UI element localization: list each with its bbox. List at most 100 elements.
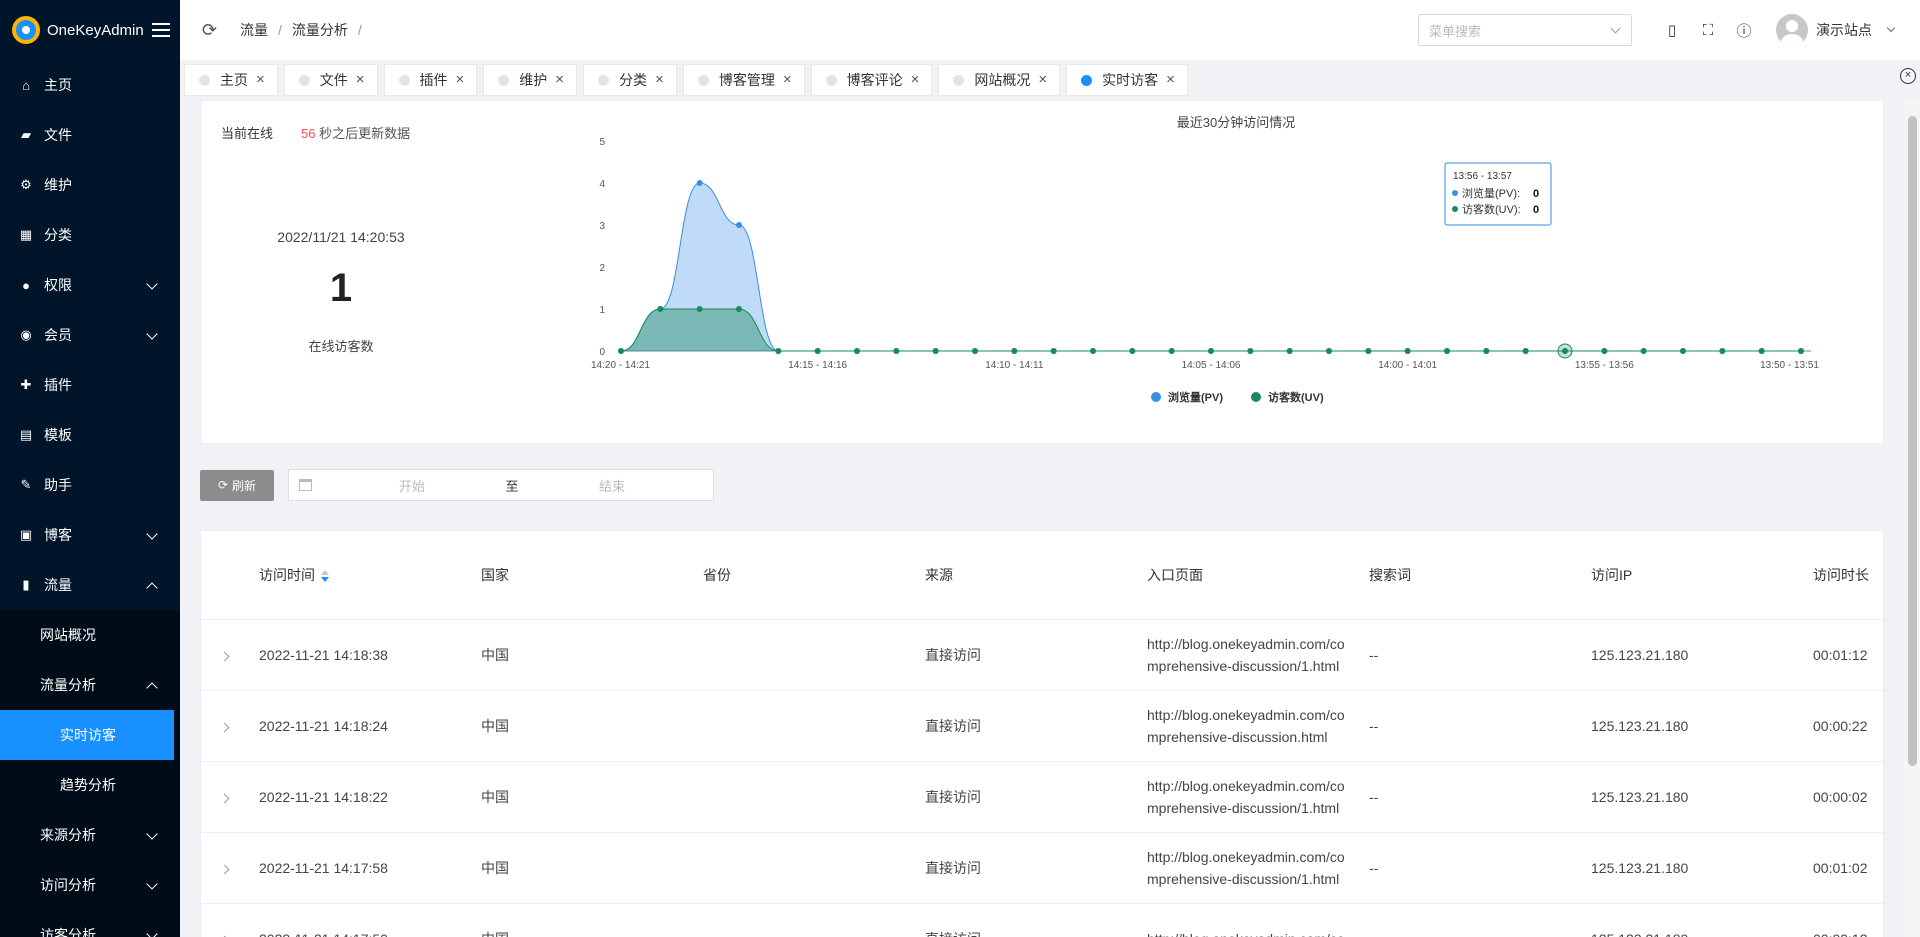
- table-row[interactable]: 2022-11-21 14:18:38 中国 直接访问 http://blog.one…: [201, 619, 1904, 691]
- tab-category[interactable]: 分类 ×: [583, 64, 677, 96]
- sidebar-item-overview[interactable]: 网站概况: [0, 610, 180, 660]
- data-point[interactable]: [736, 222, 742, 228]
- data-point[interactable]: [932, 348, 939, 354]
- tab-blog-manage[interactable]: 博客管理 ×: [682, 64, 805, 96]
- data-point[interactable]: [1050, 348, 1057, 354]
- data-point[interactable]: [775, 348, 782, 354]
- expand-cell[interactable]: [201, 903, 259, 937]
- data-point[interactable]: [1758, 348, 1765, 354]
- sidebar-item-source-analysis[interactable]: 来源分析: [0, 810, 180, 860]
- data-point[interactable]: [1640, 348, 1647, 354]
- tab-maintenance[interactable]: 维护 ×: [483, 64, 578, 96]
- tab-files[interactable]: 文件 ×: [283, 64, 378, 96]
- close-all-tabs-icon[interactable]: ×: [1900, 68, 1916, 84]
- data-point[interactable]: [854, 348, 860, 354]
- tab-site-overview[interactable]: 网站概况 ×: [938, 64, 1061, 96]
- breadcrumb-item[interactable]: 流量分析: [292, 20, 348, 40]
- sidebar-item-traffic[interactable]: ▮ 流量: [0, 560, 180, 610]
- table-row[interactable]: 2022-11-21 14:17:50中国 直接访问http://blog.one…: [201, 903, 1904, 937]
- chevron-right-icon[interactable]: [219, 651, 230, 661]
- data-point[interactable]: [1798, 348, 1804, 354]
- sidebar-item-trend[interactable]: 趋势分析: [0, 760, 180, 810]
- data-point[interactable]: [1326, 348, 1332, 354]
- data-point[interactable]: [1404, 348, 1411, 354]
- scrollbar-thumb[interactable]: [1908, 116, 1917, 766]
- sidebar-item-visit-analysis[interactable]: 访问分析: [0, 860, 180, 910]
- close-icon[interactable]: ×: [555, 72, 564, 87]
- menu-search-select[interactable]: 菜单搜索: [1418, 14, 1632, 46]
- header-visit-time[interactable]: 访问时间: [259, 531, 481, 620]
- data-point[interactable]: [1719, 348, 1726, 354]
- sidebar-item-assistant[interactable]: ✎ 助手: [0, 460, 180, 510]
- chevron-right-icon[interactable]: [219, 722, 230, 732]
- data-point[interactable]: [696, 306, 703, 312]
- table-row[interactable]: 2022-11-21 14:17:58 中国 直接访问 http://blog.one…: [201, 832, 1904, 904]
- close-icon[interactable]: ×: [655, 72, 664, 87]
- data-point[interactable]: [1286, 348, 1293, 354]
- data-point[interactable]: [1680, 348, 1686, 354]
- data-point[interactable]: [696, 180, 703, 186]
- sidebar-item-blog[interactable]: ▣ 博客: [0, 510, 180, 560]
- close-icon[interactable]: ×: [1038, 72, 1047, 87]
- table-row[interactable]: 2022-11-21 14:18:22 中国 直接访问 http://blog.one…: [201, 761, 1904, 833]
- caret-down-icon[interactable]: [1886, 23, 1896, 33]
- avatar[interactable]: [1776, 14, 1808, 46]
- data-point[interactable]: [618, 348, 624, 354]
- data-point[interactable]: [1483, 348, 1490, 354]
- refresh-button[interactable]: ⟳ 刷新: [200, 469, 274, 501]
- data-point[interactable]: [1168, 348, 1175, 354]
- sidebar-item-plugins[interactable]: ✚ 插件: [0, 360, 180, 410]
- sort-icon[interactable]: [321, 570, 329, 583]
- page-scrollbar[interactable]: [1904, 100, 1920, 937]
- sidebar-item-permission[interactable]: ● 权限: [0, 260, 180, 310]
- data-point[interactable]: [1522, 348, 1529, 354]
- fullscreen-icon[interactable]: ⛶: [1690, 12, 1726, 48]
- expand-cell[interactable]: [201, 761, 259, 833]
- data-point[interactable]: [1247, 348, 1254, 354]
- data-point[interactable]: [972, 348, 978, 354]
- sidebar-item-home[interactable]: ⌂ 主页: [0, 60, 180, 110]
- data-point[interactable]: [1365, 348, 1372, 354]
- sidebar-item-realtime[interactable]: 实时访客: [0, 710, 174, 760]
- tab-realtime-visitors[interactable]: 实时访客 ×: [1066, 64, 1188, 96]
- tab-plugins[interactable]: 插件 ×: [383, 64, 478, 96]
- data-point[interactable]: [1090, 348, 1096, 354]
- data-point[interactable]: [1208, 348, 1214, 354]
- date-range-picker[interactable]: 开始 至 结束: [288, 469, 714, 501]
- table-row[interactable]: 2022-11-21 14:18:24 中国 直接访问 http://blog.one…: [201, 690, 1904, 762]
- chevron-right-icon[interactable]: [219, 864, 230, 874]
- data-point[interactable]: [814, 348, 821, 354]
- close-icon[interactable]: ×: [356, 72, 365, 87]
- close-icon[interactable]: ×: [256, 72, 265, 87]
- sidebar-item-files[interactable]: ▰ 文件: [0, 110, 180, 160]
- sidebar-item-members[interactable]: ◉ 会员: [0, 310, 180, 360]
- data-point[interactable]: [1444, 348, 1450, 354]
- chevron-right-icon[interactable]: [219, 793, 230, 803]
- tab-home[interactable]: 主页 ×: [184, 64, 278, 96]
- close-icon[interactable]: ×: [456, 72, 465, 87]
- end-date-input[interactable]: 结束: [532, 476, 692, 495]
- sidebar-item-category[interactable]: ▦ 分类: [0, 210, 180, 260]
- refresh-icon[interactable]: ⟳: [202, 21, 218, 39]
- sidebar-item-maintenance[interactable]: ⚙ 维护: [0, 160, 180, 210]
- start-date-input[interactable]: 开始: [332, 476, 492, 495]
- sidebar-item-visitor-analysis[interactable]: 访客分析: [0, 910, 180, 937]
- data-point[interactable]: [1601, 348, 1608, 354]
- data-point[interactable]: [893, 348, 900, 354]
- tab-blog-comments[interactable]: 博客评论 ×: [810, 64, 933, 96]
- close-icon[interactable]: ×: [783, 72, 792, 87]
- data-point[interactable]: [657, 306, 664, 312]
- close-icon[interactable]: ×: [1166, 72, 1175, 87]
- data-point[interactable]: [736, 306, 742, 312]
- expand-cell[interactable]: [201, 619, 259, 691]
- expand-cell[interactable]: [201, 832, 259, 904]
- hover-point[interactable]: [1557, 343, 1573, 359]
- data-point[interactable]: [1129, 348, 1136, 354]
- data-point[interactable]: [1011, 348, 1018, 354]
- menu-fold-icon[interactable]: [152, 23, 170, 37]
- sidebar-item-traffic-analysis[interactable]: 流量分析: [0, 660, 180, 710]
- user-name[interactable]: 演示站点: [1816, 20, 1872, 40]
- sidebar-item-templates[interactable]: ▤ 模板: [0, 410, 180, 460]
- mobile-icon[interactable]: ▯: [1654, 12, 1690, 48]
- info-icon[interactable]: ⓘ: [1726, 12, 1762, 48]
